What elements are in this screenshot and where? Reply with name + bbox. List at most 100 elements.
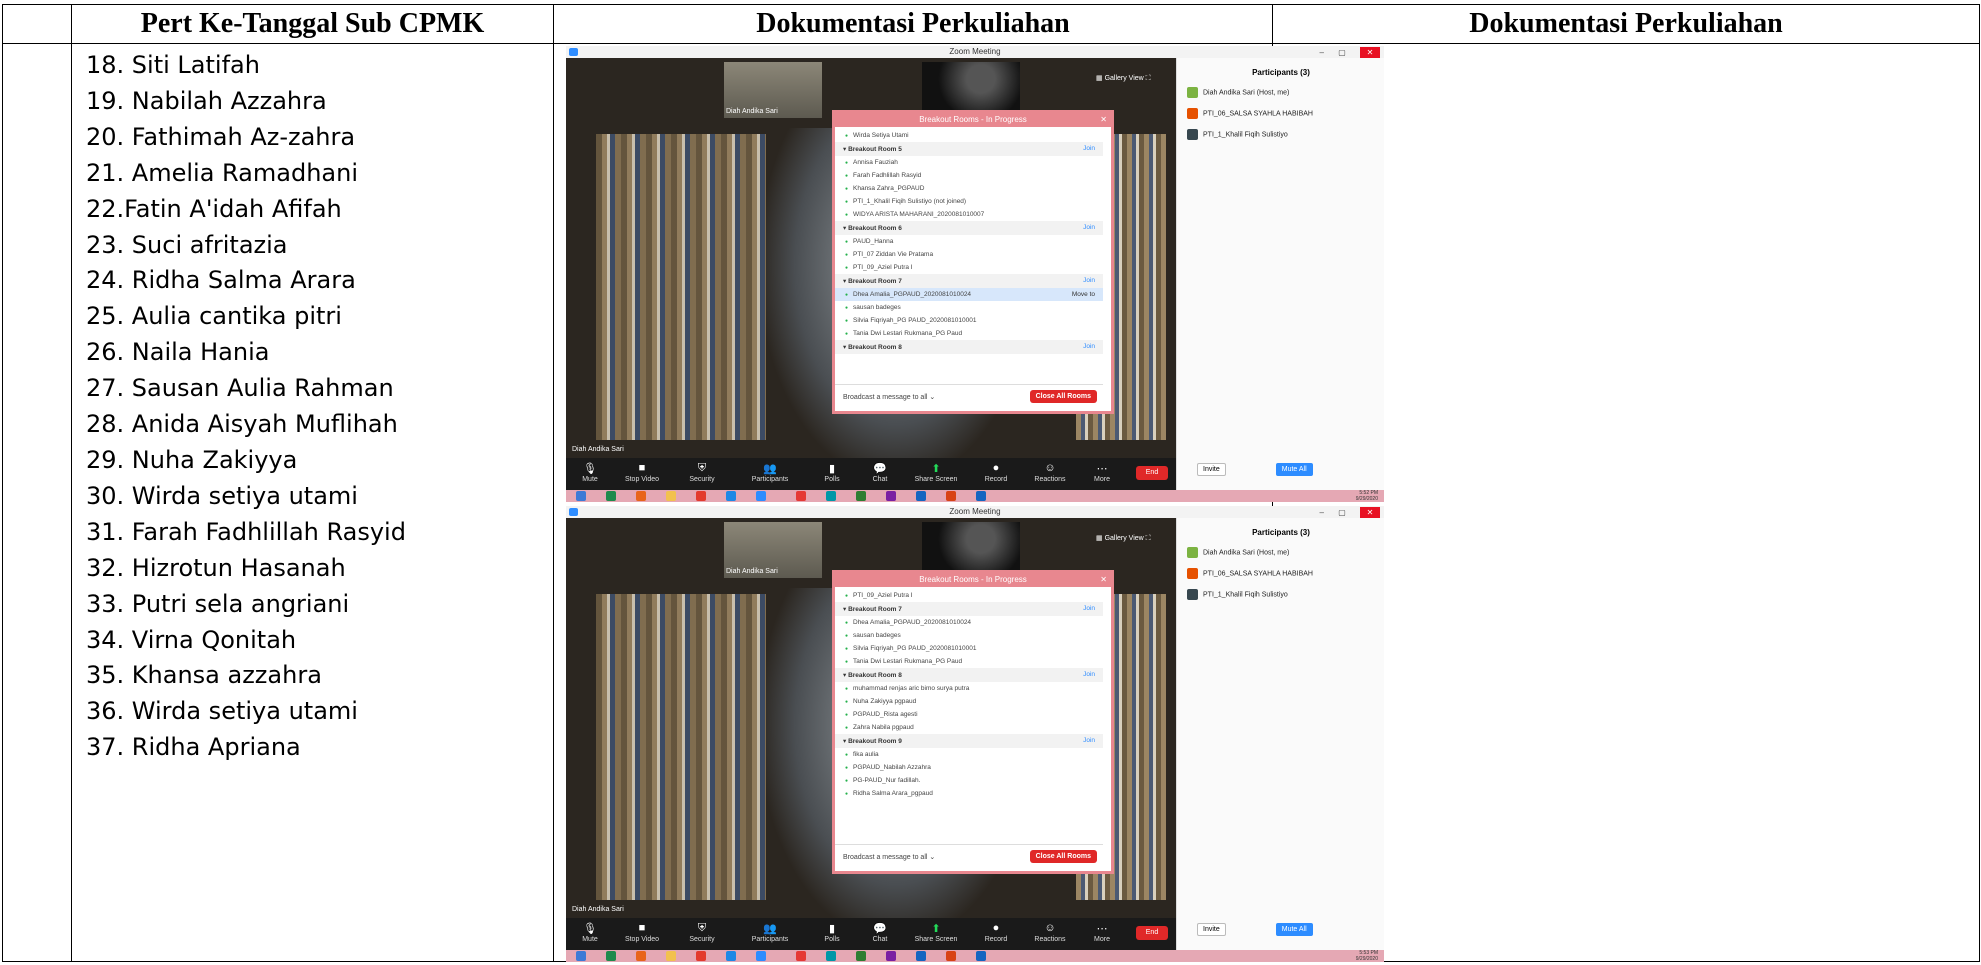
app-icon[interactable] xyxy=(606,951,616,961)
participant-row[interactable]: Diah Andika Sari (Host, me) xyxy=(1187,87,1384,98)
onenote-icon[interactable] xyxy=(886,491,896,501)
room-member[interactable]: PGPAUD_Rista agesti xyxy=(835,708,1103,721)
close-all-rooms-button[interactable]: Close All Rooms xyxy=(1029,850,1097,863)
gallery-view-button[interactable]: ▦ Gallery View ⛶ xyxy=(1096,534,1151,543)
join-room-button[interactable]: Join xyxy=(1083,224,1095,231)
zoom-icon[interactable] xyxy=(756,951,766,961)
outlook-icon[interactable] xyxy=(916,951,926,961)
folder-icon[interactable] xyxy=(666,951,676,961)
participant-row[interactable]: Diah Andika Sari (Host, me) xyxy=(1187,547,1384,558)
broadcast-button[interactable]: Broadcast a message to all ⌄ xyxy=(843,393,935,401)
room-member[interactable]: fika aulia xyxy=(835,748,1103,761)
room-member[interactable]: PTI_1_Khalil Fiqih Sulistiyo (not joined… xyxy=(835,195,1103,208)
gallery-view-button[interactable]: ▦ Gallery View ⛶ xyxy=(1096,74,1151,83)
invite-button[interactable]: Invite xyxy=(1197,463,1226,476)
participants-button[interactable]: 👥 Participants xyxy=(746,922,794,943)
reactions-button[interactable]: ☺ Reactions xyxy=(1026,922,1074,943)
security-button[interactable]: ⛨ Security xyxy=(678,462,726,483)
record-button[interactable]: ● Record xyxy=(972,922,1020,943)
room-member[interactable]: Annisa Fauziah xyxy=(835,156,1103,169)
mute-all-button[interactable]: Mute All xyxy=(1275,463,1313,476)
chrome-icon[interactable] xyxy=(696,491,706,501)
record-button[interactable]: ● Record xyxy=(972,462,1020,483)
app-icon[interactable] xyxy=(826,951,836,961)
participant-row[interactable]: PTI_1_Khalil Fiqih Sulistiyo xyxy=(1187,129,1384,140)
room-member[interactable]: PAUD_Hanna xyxy=(835,235,1103,248)
room-member[interactable]: Dhea Amalia_PGPAUD_2020081010024 Move to xyxy=(835,288,1103,301)
polls-button[interactable]: ▮ Polls xyxy=(808,462,856,483)
mute-button[interactable]: 🎙 Mute xyxy=(566,922,614,943)
onenote-icon[interactable] xyxy=(886,951,896,961)
reactions-button[interactable]: ☺ Reactions xyxy=(1026,462,1074,483)
move-to-button[interactable]: Move to xyxy=(1072,291,1095,298)
room-member[interactable]: PGPAUD_Nabilah Azzahra xyxy=(835,761,1103,774)
close-icon[interactable]: ✕ xyxy=(1100,113,1107,127)
outlook-icon[interactable] xyxy=(916,491,926,501)
room-member[interactable]: PG-PAUD_Nur fadillah. xyxy=(835,774,1103,787)
start-icon[interactable] xyxy=(576,491,586,501)
app-icon[interactable] xyxy=(826,491,836,501)
security-button[interactable]: ⛨ Security xyxy=(678,922,726,943)
room-member[interactable]: muhammad renjas aric bimo surya putra xyxy=(835,682,1103,695)
firefox-icon[interactable] xyxy=(636,491,646,501)
participant-row[interactable]: PTI_06_SALSA SYAHLA HABIBAH xyxy=(1187,108,1384,119)
folder-icon[interactable] xyxy=(666,491,676,501)
excel-icon[interactable] xyxy=(856,951,866,961)
word-icon[interactable] xyxy=(976,951,986,961)
share-screen-button[interactable]: ⬆ Share Screen xyxy=(912,462,960,483)
room-member[interactable]: Wirda Setiya Utami xyxy=(835,129,1103,142)
room-member[interactable]: Khansa Zahra_PGPAUD xyxy=(835,182,1103,195)
room-member[interactable]: Silvia Fiqriyah_PG PAUD_2020081010001 xyxy=(835,642,1103,655)
room-member[interactable]: Dhea Amalia_PGPAUD_2020081010024 xyxy=(835,616,1103,629)
room-member[interactable]: sausan badeges xyxy=(835,301,1103,314)
stop-video-button[interactable]: ■ Stop Video xyxy=(618,922,666,943)
start-icon[interactable] xyxy=(576,951,586,961)
firefox-icon[interactable] xyxy=(636,951,646,961)
broadcast-button[interactable]: Broadcast a message to all ⌄ xyxy=(843,853,935,861)
room-member[interactable]: PTI_09_Aziel Putra I xyxy=(835,589,1103,602)
room-member[interactable]: Ridha Salma Arara_pgpaud xyxy=(835,787,1103,800)
room-member[interactable]: PTI_09_Aziel Putra I xyxy=(835,261,1103,274)
room-member[interactable]: Zahra Nabila pgpaud xyxy=(835,721,1103,734)
join-room-button[interactable]: Join xyxy=(1083,343,1095,350)
powerpoint-icon[interactable] xyxy=(946,951,956,961)
app-icon[interactable] xyxy=(796,491,806,501)
word-icon[interactable] xyxy=(976,491,986,501)
room-member[interactable]: PTI_07 Ziddan Vie Pratama xyxy=(835,248,1103,261)
excel-icon[interactable] xyxy=(856,491,866,501)
zoom-icon[interactable] xyxy=(756,491,766,501)
chat-button[interactable]: 💬 Chat xyxy=(856,922,904,943)
more-button[interactable]: ⋯ More xyxy=(1078,462,1126,483)
edge-icon[interactable] xyxy=(726,951,736,961)
stop-video-button[interactable]: ■ Stop Video xyxy=(618,462,666,483)
room-member[interactable]: sausan badeges xyxy=(835,629,1103,642)
room-member[interactable]: Tania Dwi Lestari Rukmana_PG Paud xyxy=(835,327,1103,340)
close-all-rooms-button[interactable]: Close All Rooms xyxy=(1029,390,1097,403)
participants-button[interactable]: 👥 Participants xyxy=(746,462,794,483)
end-meeting-button[interactable]: End xyxy=(1136,926,1168,940)
mute-all-button[interactable]: Mute All xyxy=(1275,923,1313,936)
room-member[interactable]: Nuha Zakiyya pgpaud xyxy=(835,695,1103,708)
room-member[interactable]: Silvia Fiqriyah_PG PAUD_2020081010001 xyxy=(835,314,1103,327)
chrome-icon[interactable] xyxy=(696,951,706,961)
join-room-button[interactable]: Join xyxy=(1083,145,1095,152)
mute-button[interactable]: 🎙 Mute xyxy=(566,462,614,483)
room-member[interactable]: WIDYA ARISTA MAHARANI_2020081010007 xyxy=(835,208,1103,221)
join-room-button[interactable]: Join xyxy=(1083,671,1095,678)
invite-button[interactable]: Invite xyxy=(1197,923,1226,936)
share-screen-button[interactable]: ⬆ Share Screen xyxy=(912,922,960,943)
join-room-button[interactable]: Join xyxy=(1083,737,1095,744)
app-icon[interactable] xyxy=(796,951,806,961)
join-room-button[interactable]: Join xyxy=(1083,277,1095,284)
end-meeting-button[interactable]: End xyxy=(1136,466,1168,480)
chat-button[interactable]: 💬 Chat xyxy=(856,462,904,483)
room-member[interactable]: Tania Dwi Lestari Rukmana_PG Paud xyxy=(835,655,1103,668)
edge-icon[interactable] xyxy=(726,491,736,501)
room-member[interactable]: Farah Fadhlillah Rasyid xyxy=(835,169,1103,182)
participant-row[interactable]: PTI_1_Khalil Fiqih Sulistiyo xyxy=(1187,589,1384,600)
polls-button[interactable]: ▮ Polls xyxy=(808,922,856,943)
powerpoint-icon[interactable] xyxy=(946,491,956,501)
close-icon[interactable]: ✕ xyxy=(1100,573,1107,587)
join-room-button[interactable]: Join xyxy=(1083,605,1095,612)
more-button[interactable]: ⋯ More xyxy=(1078,922,1126,943)
